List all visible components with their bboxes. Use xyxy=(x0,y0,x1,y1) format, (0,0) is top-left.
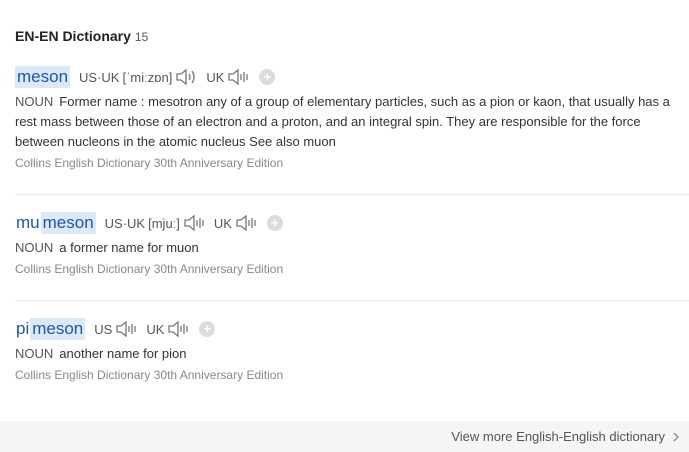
word-highlight: meson xyxy=(30,318,86,340)
definition: NOUN another name for pion xyxy=(15,344,687,364)
add-icon[interactable]: + xyxy=(259,69,276,85)
pron-label: US·UK xyxy=(104,215,146,231)
divider xyxy=(15,194,689,195)
pronunciation-uk: UK xyxy=(214,214,257,232)
chevron-right-icon xyxy=(671,431,681,443)
pronunciation-us-uk: US·UK [mjuː] xyxy=(105,214,205,232)
phonetic: [ˈmiːzɒn] xyxy=(122,69,173,85)
speaker-icon[interactable] xyxy=(227,68,249,86)
pron-label: UK xyxy=(213,215,232,231)
source-label: Collins English Dictionary 30th Annivers… xyxy=(15,262,284,276)
dictionary-entry: mu meson US·UK [mjuː] UK + NOUN a former … xyxy=(15,211,689,276)
add-icon[interactable]: + xyxy=(199,321,216,337)
pronunciation-uk: UK xyxy=(146,320,189,338)
speaker-icon[interactable] xyxy=(183,214,205,232)
divider xyxy=(15,300,689,301)
footer-bar: View more English-English dictionary xyxy=(0,421,689,452)
speaker-icon[interactable] xyxy=(167,320,189,338)
dictionary-header: EN-EN Dictionary 15 xyxy=(15,28,148,46)
pronunciation-us: US xyxy=(94,320,137,338)
definition-text: a former name for muon xyxy=(59,240,199,255)
speaker-icon[interactable] xyxy=(115,320,137,338)
part-of-speech: NOUN xyxy=(15,346,54,361)
definition-text: another name for pion xyxy=(59,346,187,361)
phonetic: [mjuː] xyxy=(148,215,180,231)
definition-text: Former name : mesotron any of a group of… xyxy=(15,94,670,149)
view-more-link[interactable]: View more English-English dictionary xyxy=(451,429,681,444)
word-highlight: meson xyxy=(15,66,71,88)
result-count: 15 xyxy=(134,30,149,44)
entry-word[interactable]: mu meson xyxy=(15,212,96,234)
speaker-icon[interactable] xyxy=(235,214,257,232)
pron-label: UK xyxy=(206,69,225,85)
speaker-icon[interactable] xyxy=(175,68,197,86)
word-text: pi xyxy=(16,319,30,338)
part-of-speech: NOUN xyxy=(15,240,54,255)
source-label: Collins English Dictionary 30th Annivers… xyxy=(15,368,284,382)
definition: NOUN a former name for muon xyxy=(15,238,687,258)
add-icon[interactable]: + xyxy=(266,215,283,231)
word-highlight: meson xyxy=(40,212,96,234)
view-more-label: View more English-English dictionary xyxy=(451,429,665,444)
pronunciation-us-uk: US·UK [ˈmiːzɒn] xyxy=(79,68,197,86)
dictionary-title: EN-EN Dictionary xyxy=(15,28,131,44)
dictionary-entry: pi meson US UK + NOUN another name for pi… xyxy=(15,317,689,382)
pron-label: US·UK xyxy=(79,69,120,85)
pron-label: UK xyxy=(146,321,165,337)
definition: NOUN Former name : mesotron any of a grou… xyxy=(15,92,687,152)
source-label: Collins English Dictionary 30th Annivers… xyxy=(15,156,284,170)
dictionary-entry: meson US·UK [ˈmiːzɒn] UK + NOUN Former na… xyxy=(15,65,689,170)
pronunciation-uk: UK xyxy=(206,68,249,86)
word-text: mu xyxy=(16,213,40,232)
pron-label: US xyxy=(94,321,113,337)
entry-word[interactable]: pi meson xyxy=(15,318,86,340)
entry-word[interactable]: meson xyxy=(15,66,71,88)
part-of-speech: NOUN xyxy=(15,94,54,109)
